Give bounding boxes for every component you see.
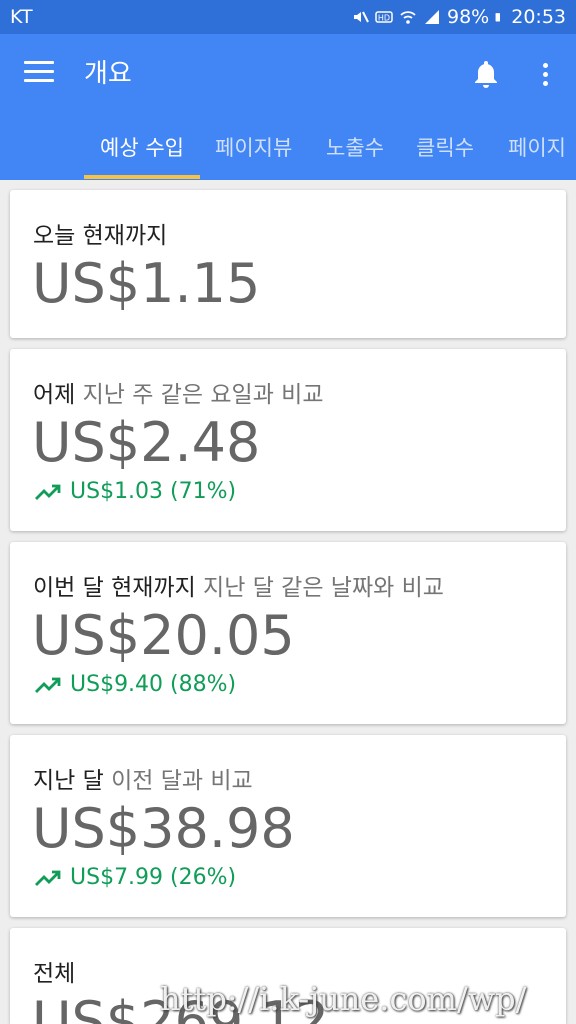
card-change: US$1.03 (71%) — [34, 479, 236, 504]
trending-up-icon — [35, 870, 61, 886]
tab-pageviews[interactable]: 페이지뷰 — [215, 128, 292, 180]
trending-up-icon — [35, 484, 61, 500]
clock: 20:53 — [511, 6, 566, 28]
tab-impressions[interactable]: 노출수 — [326, 128, 384, 180]
card-amount: US$20.05 — [32, 604, 295, 667]
menu-icon[interactable] — [24, 61, 54, 85]
card-comparison: 지난 달 같은 날짜와 비교 — [195, 575, 444, 601]
earnings-card-this-month[interactable]: 이번 달 현재까지 지난 달 같은 날짜와 비교 US$20.05 US$9.4… — [10, 542, 566, 724]
app-bar: 개요 예상 수입 페이지뷰 노출수 클릭수 페이지 — [0, 34, 576, 180]
card-amount: US$1.15 — [32, 252, 261, 315]
battery-percent: 98% — [447, 6, 490, 28]
card-label: 이번 달 현재까지 지난 달 같은 날짜와 비교 — [33, 575, 444, 601]
card-comparison: 이전 달과 비교 — [103, 768, 253, 794]
card-amount: US$38.98 — [32, 797, 295, 860]
status-bar: KT HD 98% 20:53 — [0, 0, 576, 34]
earnings-card-yesterday[interactable]: 어제 지난 주 같은 요일과 비교 US$2.48 US$1.03 (71%) — [10, 349, 566, 531]
tab-estimated-earnings[interactable]: 예상 수입 — [100, 128, 184, 180]
page-title: 개요 — [84, 59, 132, 89]
card-label: 전체 — [33, 961, 76, 987]
tab-bar: 예상 수입 페이지뷰 노출수 클릭수 페이지 — [0, 128, 576, 180]
tab-page-rpm[interactable]: 페이지 — [508, 128, 566, 180]
bell-icon[interactable] — [472, 58, 500, 90]
battery-icon — [495, 13, 501, 22]
mute-icon — [354, 11, 369, 23]
svg-text:HD: HD — [378, 14, 390, 23]
trending-up-icon — [35, 677, 61, 693]
more-vert-icon[interactable] — [534, 58, 556, 90]
active-tab-indicator — [84, 175, 200, 179]
earnings-card-last-month[interactable]: 지난 달 이전 달과 비교 US$38.98 US$7.99 (26%) — [10, 735, 566, 917]
card-amount: US$2.48 — [32, 411, 261, 474]
card-change: US$9.40 (88%) — [34, 672, 236, 697]
tab-clicks[interactable]: 클릭수 — [416, 128, 474, 180]
card-label: 지난 달 이전 달과 비교 — [33, 768, 253, 794]
card-comparison: 지난 주 같은 요일과 비교 — [75, 382, 324, 408]
signal-icon — [425, 10, 439, 24]
card-change: US$7.99 (26%) — [34, 865, 236, 890]
card-label: 오늘 현재까지 — [33, 223, 168, 249]
hd-icon: HD — [375, 11, 393, 23]
card-label: 어제 지난 주 같은 요일과 비교 — [33, 382, 324, 408]
wifi-icon — [400, 11, 416, 24]
carrier-label: KT — [10, 6, 33, 28]
earnings-card-today[interactable]: 오늘 현재까지 US$1.15 — [10, 190, 566, 338]
watermark: http://i.k-june.com/wp/ — [160, 980, 527, 1018]
